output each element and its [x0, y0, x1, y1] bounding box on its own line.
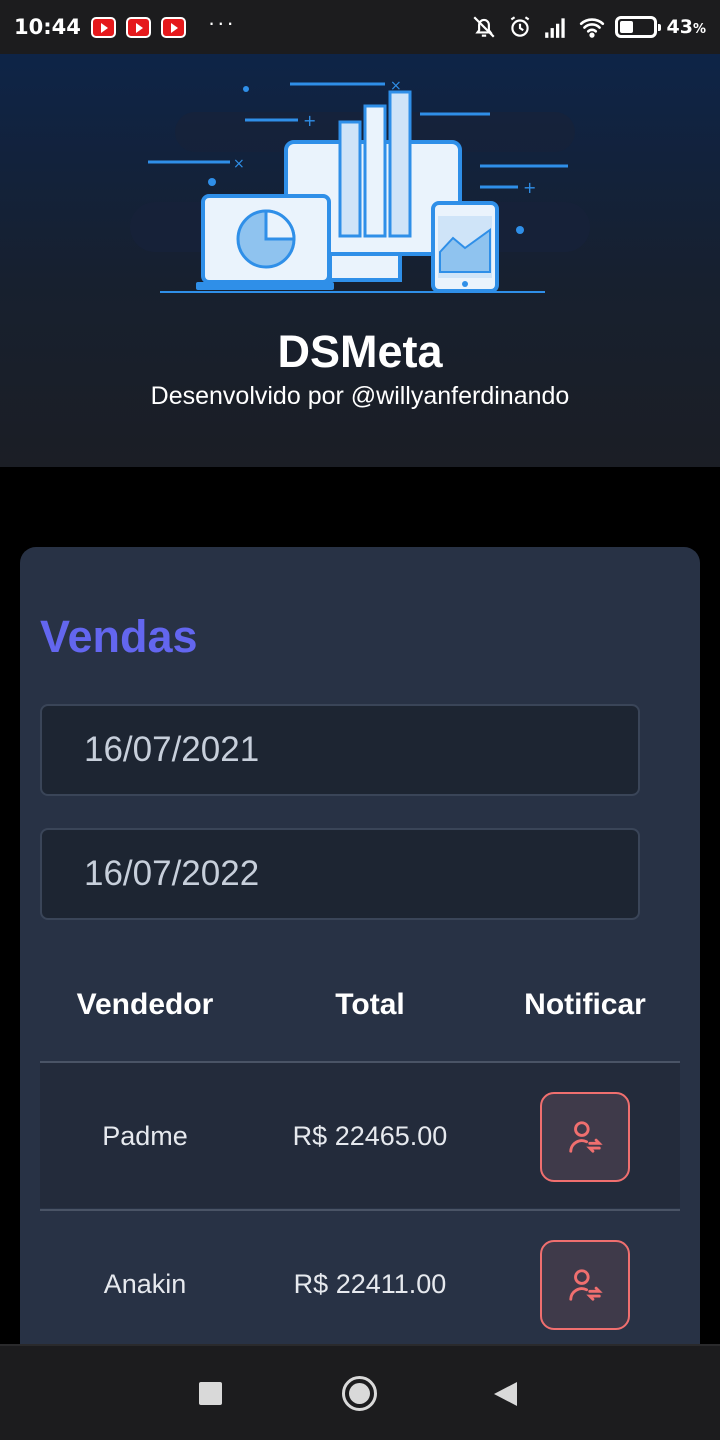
system-nav-bar [0, 1344, 720, 1440]
app-subtitle: Desenvolvido por @willyanferdinando [150, 382, 570, 410]
youtube-icon [125, 16, 151, 38]
sales-card: Vendas Vendedor Total Notificar Padme R$… [20, 547, 700, 1440]
table-row: Padme R$ 22465.00 [40, 1061, 680, 1208]
sales-title: Vendas [40, 611, 198, 662]
start-date-input[interactable] [40, 704, 640, 796]
sale-total: R$ 22465.00 [292, 1121, 448, 1151]
column-header-notify: Notificar [524, 988, 646, 1021]
youtube-icon [160, 16, 186, 38]
svg-text:+: + [523, 178, 536, 197]
notify-button[interactable] [540, 1240, 630, 1330]
end-date-input[interactable] [40, 828, 640, 920]
signal-icon [544, 18, 565, 38]
battery-icon [614, 16, 661, 38]
clock: 10:44 [14, 15, 81, 39]
battery-percentage: 43% [666, 16, 706, 38]
alarm-icon [510, 16, 529, 37]
recent-apps-button[interactable] [199, 1382, 222, 1405]
more-notifications-icon: ··· [207, 10, 236, 35]
user-notify-icon [569, 1121, 603, 1153]
muted-bell-icon [472, 16, 495, 38]
hero-illustration: × × + + [130, 78, 590, 293]
status-bar: 10:44 ··· 43% [0, 0, 720, 54]
column-header-total: Total [335, 988, 405, 1021]
column-header-seller: Vendedor [76, 988, 214, 1021]
svg-text:×: × [233, 156, 245, 172]
seller-name: Padme [102, 1121, 188, 1151]
back-button[interactable] [494, 1382, 517, 1406]
table-row: Anakin R$ 22411.00 [40, 1209, 680, 1356]
status-icons: 43% [471, 14, 706, 40]
app-title: DSMeta [277, 326, 443, 377]
wifi-icon [579, 18, 604, 38]
svg-text:+: + [303, 111, 316, 130]
app-header: × × + + DSMeta Desenvolvido por @willyan… [0, 54, 720, 467]
seller-name: Anakin [103, 1269, 187, 1299]
sale-total: R$ 22411.00 [293, 1269, 447, 1299]
battery-level [619, 21, 634, 33]
youtube-icon [90, 16, 116, 38]
user-notify-icon [569, 1269, 603, 1301]
home-button[interactable] [342, 1376, 377, 1411]
notify-button[interactable] [540, 1092, 630, 1182]
